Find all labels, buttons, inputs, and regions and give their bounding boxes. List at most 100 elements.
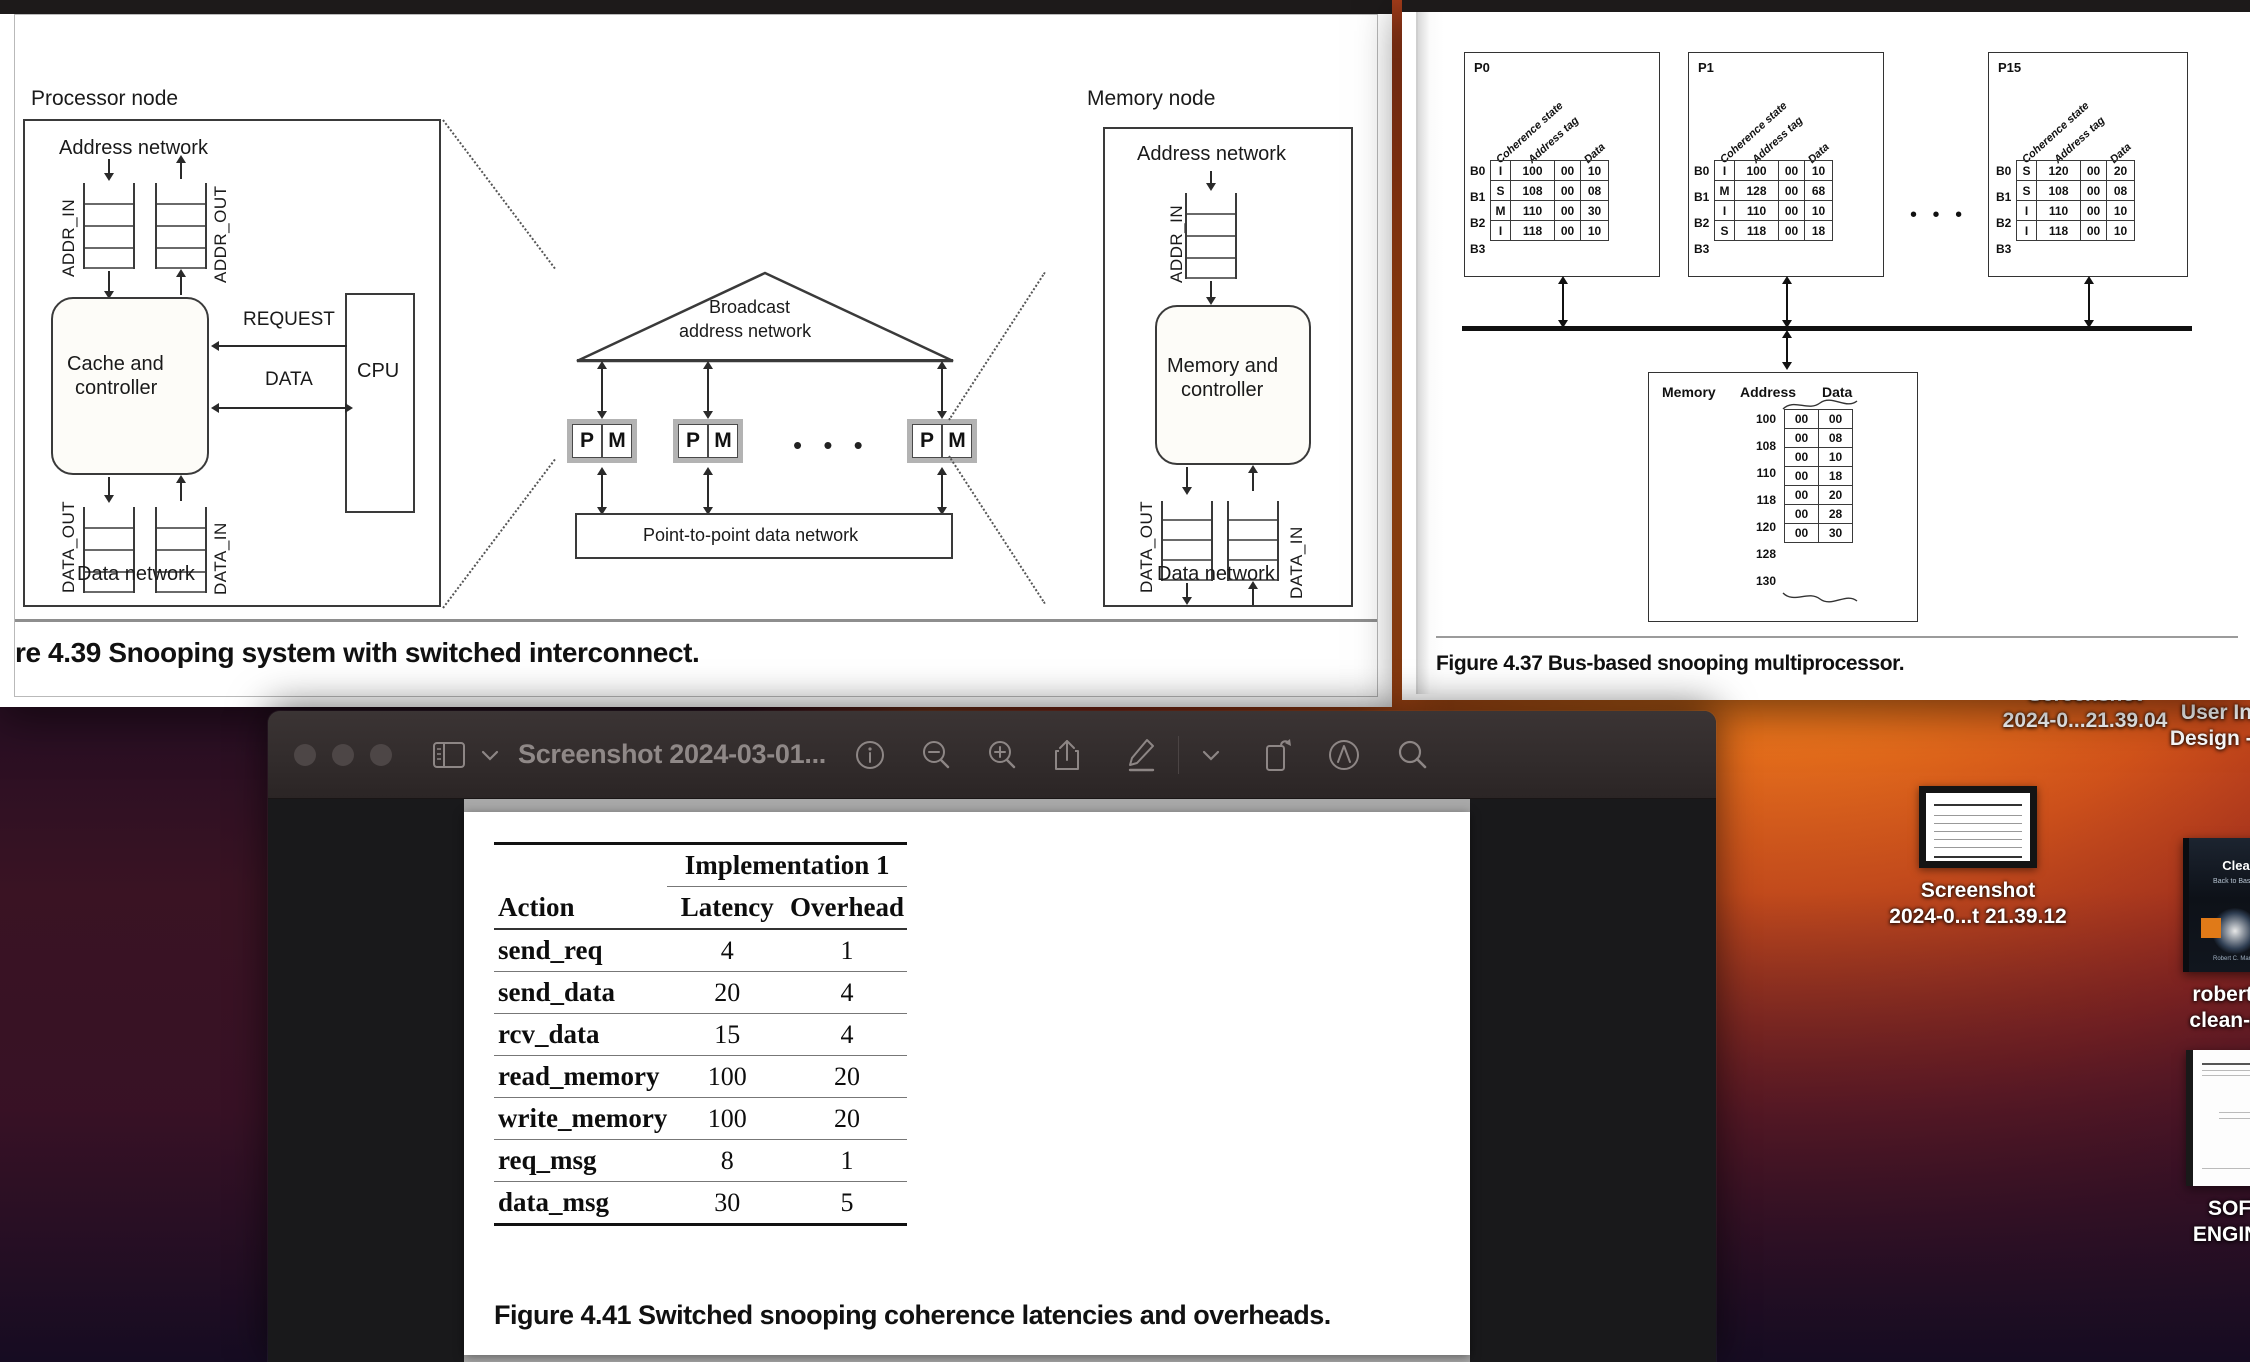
memory-box-label-line1: Memory and: [1167, 355, 1278, 378]
sidebar-icon: [432, 740, 466, 770]
column-header-latency: Latency: [667, 887, 787, 930]
broadcast-label-line2: address network: [679, 321, 811, 342]
window-437-titlebar[interactable]: [1402, 0, 2250, 12]
search-icon: [1395, 738, 1429, 772]
table-row: read_memory 100 20: [494, 1056, 907, 1098]
cell-latency: 30: [667, 1182, 787, 1225]
window-439-titlebar[interactable]: [0, 0, 1392, 14]
cell-latency: 100: [667, 1056, 787, 1098]
preview-toolbar[interactable]: Screenshot 2024-03-01...: [268, 711, 1716, 799]
close-button[interactable]: [294, 744, 316, 766]
pm-memory-cell: M: [708, 424, 738, 458]
block-label: B1: [1996, 190, 2011, 204]
pm-processor-cell: P: [912, 424, 942, 458]
memory-queue-label-addr-in: ADDR_IN: [1167, 205, 1187, 283]
table-row: send_req 4 1: [494, 929, 907, 972]
pm-node-2: P M: [907, 419, 977, 463]
share-button[interactable]: [1052, 738, 1082, 772]
point-to-point-data-network-label: Point-to-point data network: [643, 525, 858, 546]
desktop-icon-screenshot-table[interactable]: Screenshot 2024-0...t 21.39.12: [1878, 786, 2078, 929]
pm-node-1: P M: [673, 419, 743, 463]
traffic-lights[interactable]: [294, 744, 392, 766]
desktop-icon-label: User Int Design -...: [2120, 700, 2250, 751]
window-439-page: Processor node Address network ADDR_IN A…: [14, 14, 1378, 697]
info-button[interactable]: [854, 739, 886, 771]
table-row: write_memory 100 20: [494, 1098, 907, 1140]
figure-439-caption-rule: [15, 619, 1377, 622]
memory-address: 130: [1730, 574, 1776, 588]
window-figure-4-39[interactable]: Processor node Address network ADDR_IN A…: [0, 0, 1392, 707]
table-row: I1000010: [1715, 161, 1833, 181]
memory-label: Memory: [1662, 384, 1716, 400]
document-thumbnail-icon: [1919, 786, 2037, 868]
markup-options-button[interactable]: [1201, 748, 1221, 762]
cell-latency: 8: [667, 1140, 787, 1182]
cell-latency: 15: [667, 1014, 787, 1056]
queue-label-data-out: DATA_OUT: [59, 501, 79, 593]
queue-label-data-in: DATA_IN: [211, 522, 231, 595]
memory-addr-in-queue: [1185, 193, 1237, 279]
desktop-icon-label: SOFT ENGINE.: [2136, 1196, 2250, 1247]
table-row: I1100010: [1715, 201, 1833, 221]
table-row: req_msg 8 1: [494, 1140, 907, 1182]
memory-address: 120: [1730, 520, 1776, 534]
markup-button[interactable]: [1126, 737, 1156, 773]
cache-table-p15: S1200020 S1080008 I1100010 I1180010: [2016, 160, 2135, 241]
window-figure-4-37[interactable]: P0 Coherence state Address tag Data B0 B…: [1402, 0, 2250, 700]
annotate-button[interactable]: [1327, 738, 1361, 772]
window-preview[interactable]: Screenshot 2024-03-01...: [268, 711, 1716, 1362]
desktop-icon-label: Screenshot 2024-0...t 21.39.12: [1878, 878, 2078, 929]
desktop-icon-software-engineering-pdf[interactable]: SOFT ENGINE.: [2136, 1050, 2250, 1247]
memory-address-network-label: Address network: [1137, 143, 1286, 166]
cache-id-p1: P1: [1698, 60, 1714, 75]
block-label: B0: [1470, 164, 1485, 178]
table-group-header-row: Implementation 1: [494, 844, 907, 887]
table-row: data_msg 30 5: [494, 1182, 907, 1225]
table-row: 0018: [1785, 467, 1853, 486]
column-header-action: Action: [494, 887, 667, 930]
table-header-row: Action Latency Overhead: [494, 887, 907, 930]
table-row: I1180010: [1491, 221, 1609, 241]
search-button[interactable]: [1395, 738, 1429, 772]
toolbar-divider: [1178, 736, 1179, 774]
column-header-overhead: Overhead: [787, 887, 907, 930]
sidebar-options-button[interactable]: [480, 748, 500, 762]
table-row: 0000: [1785, 410, 1853, 429]
addr-in-queue: [83, 183, 135, 269]
block-label: B3: [1996, 242, 2011, 256]
cell-overhead: 1: [787, 929, 907, 972]
zoom-out-button[interactable]: [920, 739, 952, 771]
request-arrow-label: REQUEST: [243, 309, 335, 331]
table-row: I1100010: [2017, 201, 2135, 221]
block-label: B1: [1694, 190, 1709, 204]
desktop-icon-robert-c-martin-clean-agile[interactable]: Clea Back to Basics Robert C. Martin rob…: [2132, 838, 2250, 1033]
pm-memory-cell: M: [602, 424, 632, 458]
memory-break-bottom: [1782, 590, 1858, 604]
memory-address: 108: [1730, 439, 1776, 453]
block-label: B2: [1694, 216, 1709, 230]
table-row: I1000010: [1491, 161, 1609, 181]
block-label: B1: [1470, 190, 1485, 204]
memory-address: 128: [1730, 547, 1776, 561]
info-circle-icon: [854, 739, 886, 771]
cell-latency: 100: [667, 1098, 787, 1140]
cell-overhead: 4: [787, 972, 907, 1014]
desktop-icon-label: robert-c clean-ag: [2132, 982, 2250, 1033]
cache-id-p15: P15: [1998, 60, 2021, 75]
preview-document-page[interactable]: Implementation 1 Action Latency Overhead…: [464, 812, 1470, 1355]
table-row: M1100030: [1491, 201, 1609, 221]
rotate-button[interactable]: [1261, 738, 1293, 772]
sidebar-toggle-button[interactable]: [432, 740, 466, 770]
zoom-in-button[interactable]: [986, 739, 1018, 771]
table-row: 0030: [1785, 524, 1853, 543]
memory-node-title: Memory node: [1087, 87, 1215, 111]
pm-processor-cell: P: [678, 424, 708, 458]
preview-body[interactable]: Implementation 1 Action Latency Overhead…: [268, 799, 1716, 1362]
minimize-button[interactable]: [332, 744, 354, 766]
processor-node-title: Processor node: [31, 87, 178, 111]
cpu-box: [345, 293, 415, 513]
table-row: 0010: [1785, 448, 1853, 467]
cell-overhead: 20: [787, 1098, 907, 1140]
paper-thumbnail-icon: [2186, 1050, 2250, 1186]
zoom-button[interactable]: [370, 744, 392, 766]
